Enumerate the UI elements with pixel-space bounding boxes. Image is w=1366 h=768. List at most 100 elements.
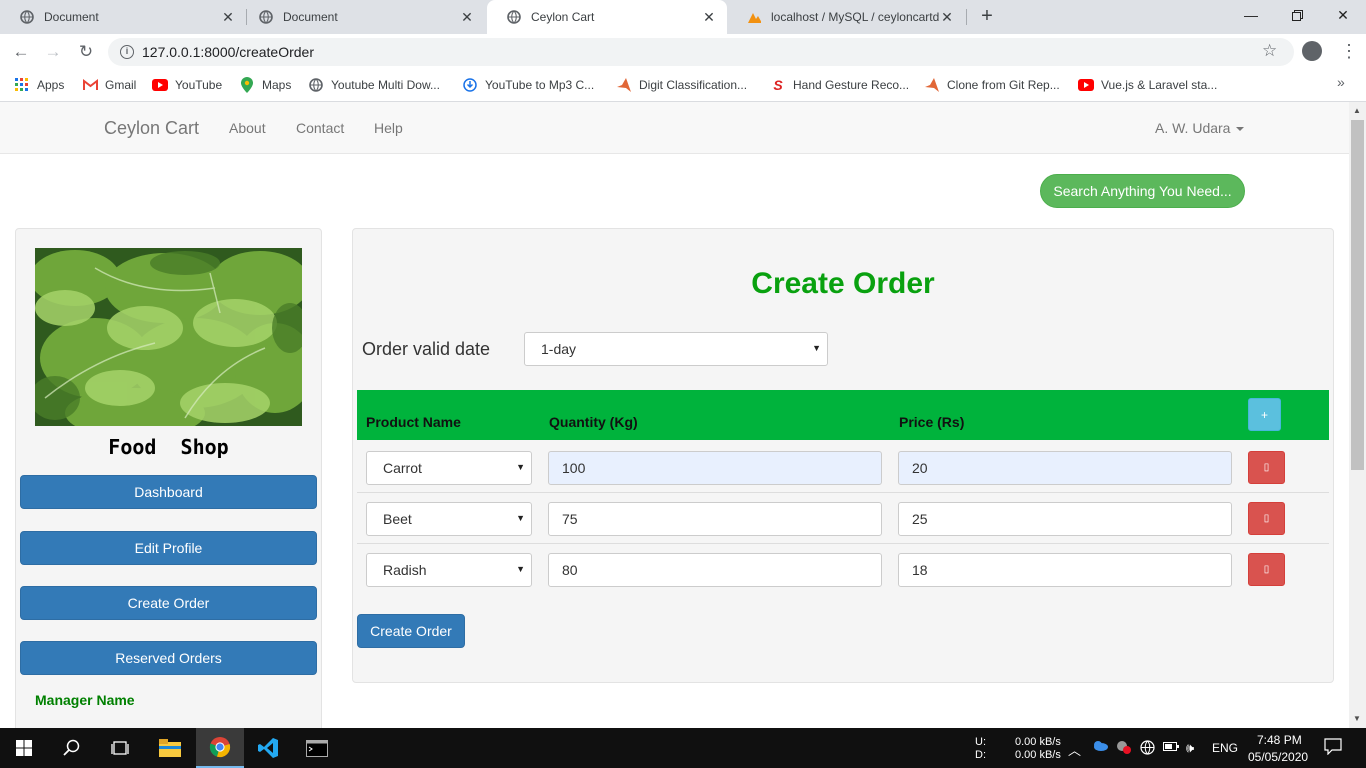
phpmyadmin-icon bbox=[747, 10, 761, 24]
profile-avatar-icon[interactable] bbox=[1302, 41, 1322, 61]
shop-image bbox=[35, 248, 302, 426]
new-tab-plus-icon[interactable]: + bbox=[976, 5, 998, 27]
browser-tab-document-2[interactable]: Document ✕ bbox=[239, 0, 485, 34]
browser-tab-ceylon-cart[interactable]: Ceylon Cart ✕ bbox=[487, 0, 727, 34]
bookmark-maps[interactable]: Maps bbox=[239, 76, 291, 94]
search-icon[interactable] bbox=[48, 728, 96, 768]
bookmark-label: Apps bbox=[37, 78, 65, 92]
net-upload-speed: 0.00 kB/s bbox=[1015, 736, 1061, 748]
bookmark-label: Vue.js & Laravel sta... bbox=[1101, 78, 1218, 92]
tab-title: Ceylon Cart bbox=[531, 10, 595, 24]
bookmark-apps[interactable]: Apps bbox=[14, 76, 64, 94]
price-input[interactable]: 25 bbox=[898, 502, 1232, 536]
task-view-icon[interactable] bbox=[96, 728, 144, 768]
restore-icon[interactable] bbox=[1274, 0, 1320, 30]
info-icon[interactable]: i bbox=[120, 45, 134, 59]
browser-tab-document-1[interactable]: Document ✕ bbox=[0, 0, 246, 34]
network-globe-icon[interactable] bbox=[1140, 740, 1155, 758]
product-select[interactable]: Beet ▼ bbox=[366, 502, 532, 536]
product-value: Carrot bbox=[383, 460, 422, 476]
close-tab-icon[interactable]: ✕ bbox=[701, 9, 717, 26]
nav-link-contact[interactable]: Contact bbox=[296, 120, 344, 136]
search-button[interactable]: Search Anything You Need... bbox=[1040, 174, 1245, 208]
reserved-orders-button[interactable]: Reserved Orders bbox=[20, 641, 317, 675]
volume-icon[interactable]: 🕪 bbox=[1186, 740, 1194, 756]
terminal-icon[interactable] bbox=[293, 728, 341, 768]
onedrive-icon[interactable] bbox=[1092, 740, 1108, 755]
bookmark-label: Digit Classification... bbox=[639, 78, 748, 92]
address-bar[interactable]: i 127.0.0.1:8000/createOrder bbox=[108, 38, 1294, 66]
quantity-input[interactable]: 80 bbox=[548, 553, 882, 587]
shop-name: Food Shop bbox=[108, 435, 229, 459]
close-tab-icon[interactable]: ✕ bbox=[459, 9, 475, 26]
remove-row-button[interactable]: ▯ bbox=[1248, 553, 1285, 586]
close-window-icon[interactable]: ✕ bbox=[1320, 0, 1366, 30]
quantity-input[interactable]: 75 bbox=[548, 502, 882, 536]
chevron-down-icon: ▼ bbox=[516, 462, 525, 472]
bookmark-hand-gesture[interactable]: S Hand Gesture Reco... bbox=[770, 76, 909, 94]
tab-separator bbox=[966, 9, 967, 25]
kebab-menu-icon[interactable]: ⋮ bbox=[1340, 41, 1358, 61]
remove-row-button[interactable]: ▯ bbox=[1248, 502, 1285, 535]
bookmark-vue-laravel[interactable]: Vue.js & Laravel sta... bbox=[1078, 76, 1217, 94]
user-name: A. W. Udara bbox=[1155, 120, 1231, 136]
page-viewport: Ceylon Cart About Contact Help A. W. Uda… bbox=[0, 102, 1349, 728]
chevron-up-icon[interactable]: ︿ bbox=[1068, 740, 1081, 759]
brand-link[interactable]: Ceylon Cart bbox=[104, 118, 199, 139]
product-select[interactable]: Carrot ▼ bbox=[366, 451, 532, 485]
scroll-down-arrow-icon[interactable]: ▼ bbox=[1353, 714, 1361, 723]
nav-link-about[interactable]: About bbox=[229, 120, 266, 136]
bookmark-label: Youtube Multi Dow... bbox=[331, 78, 440, 92]
trash-icon: ▯ bbox=[1263, 564, 1270, 575]
chrome-icon[interactable] bbox=[196, 728, 244, 768]
dashboard-button[interactable]: Dashboard bbox=[20, 475, 317, 509]
clock-time[interactable]: 7:48 PM bbox=[1257, 733, 1302, 747]
vscode-icon[interactable] bbox=[244, 728, 292, 768]
matlab-icon bbox=[924, 77, 940, 93]
bookmark-youtube-to-mp3[interactable]: YouTube to Mp3 C... bbox=[462, 76, 594, 94]
bookmark-star-icon[interactable]: ☆ bbox=[1262, 41, 1277, 61]
bookmark-digit-classification[interactable]: Digit Classification... bbox=[616, 76, 747, 94]
language-indicator[interactable]: ENG bbox=[1212, 741, 1238, 755]
user-dropdown[interactable]: A. W. Udara bbox=[1155, 120, 1245, 136]
file-explorer-icon[interactable] bbox=[146, 728, 194, 768]
browser-toolbar: ← → ↻ i 127.0.0.1:8000/createOrder bbox=[0, 34, 1366, 70]
add-row-button[interactable]: + bbox=[1248, 398, 1281, 431]
quantity-input[interactable]: 100 bbox=[548, 451, 882, 485]
bookmark-label: YouTube bbox=[175, 78, 223, 92]
bookmark-label: Clone from Git Rep... bbox=[947, 78, 1060, 92]
create-order-submit-button[interactable]: Create Order bbox=[357, 614, 465, 648]
globe-icon bbox=[20, 10, 34, 24]
windows-start-icon[interactable] bbox=[0, 728, 48, 768]
remove-row-button[interactable]: ▯ bbox=[1248, 451, 1285, 484]
notification-icon[interactable] bbox=[1324, 738, 1342, 758]
edit-profile-button[interactable]: Edit Profile bbox=[20, 531, 317, 565]
battery-icon[interactable] bbox=[1163, 740, 1179, 755]
bookmark-clone-from-git[interactable]: Clone from Git Rep... bbox=[924, 76, 1060, 94]
nav-link-help[interactable]: Help bbox=[374, 120, 403, 136]
page-title: Create Order bbox=[751, 267, 935, 300]
price-input[interactable]: 18 bbox=[898, 553, 1232, 587]
close-tab-icon[interactable]: ✕ bbox=[939, 9, 955, 26]
antivirus-alert-icon[interactable] bbox=[1116, 740, 1132, 757]
forward-arrow-icon[interactable]: → bbox=[40, 39, 66, 65]
minimize-icon[interactable]: — bbox=[1228, 0, 1274, 30]
site-navbar: Ceylon Cart About Contact Help A. W. Uda… bbox=[0, 102, 1349, 154]
bookmark-youtube-multi-downloader[interactable]: Youtube Multi Dow... bbox=[308, 76, 440, 94]
browser-tab-phpmyadmin[interactable]: localhost / MySQL / ceyloncartdb ✕ bbox=[727, 0, 965, 34]
bookmark-gmail[interactable]: Gmail bbox=[82, 76, 136, 94]
price-input[interactable]: 20 bbox=[898, 451, 1232, 485]
valid-date-select[interactable]: 1-day ▼ bbox=[524, 332, 828, 366]
reload-icon[interactable]: ↻ bbox=[73, 39, 99, 65]
close-tab-icon[interactable]: ✕ bbox=[220, 9, 236, 26]
page-scrollbar[interactable]: ▲ ▼ bbox=[1349, 102, 1366, 728]
clock-date[interactable]: 05/05/2020 bbox=[1248, 750, 1308, 764]
bookmark-youtube[interactable]: YouTube bbox=[152, 76, 222, 94]
scroll-thumb[interactable] bbox=[1351, 120, 1364, 470]
bookmarks-overflow-icon[interactable]: » bbox=[1337, 74, 1345, 90]
apps-grid-icon bbox=[14, 77, 30, 93]
back-arrow-icon[interactable]: ← bbox=[8, 39, 34, 65]
product-select[interactable]: Radish ▼ bbox=[366, 553, 532, 587]
create-order-nav-button[interactable]: Create Order bbox=[20, 586, 317, 620]
scroll-up-arrow-icon[interactable]: ▲ bbox=[1353, 106, 1361, 115]
